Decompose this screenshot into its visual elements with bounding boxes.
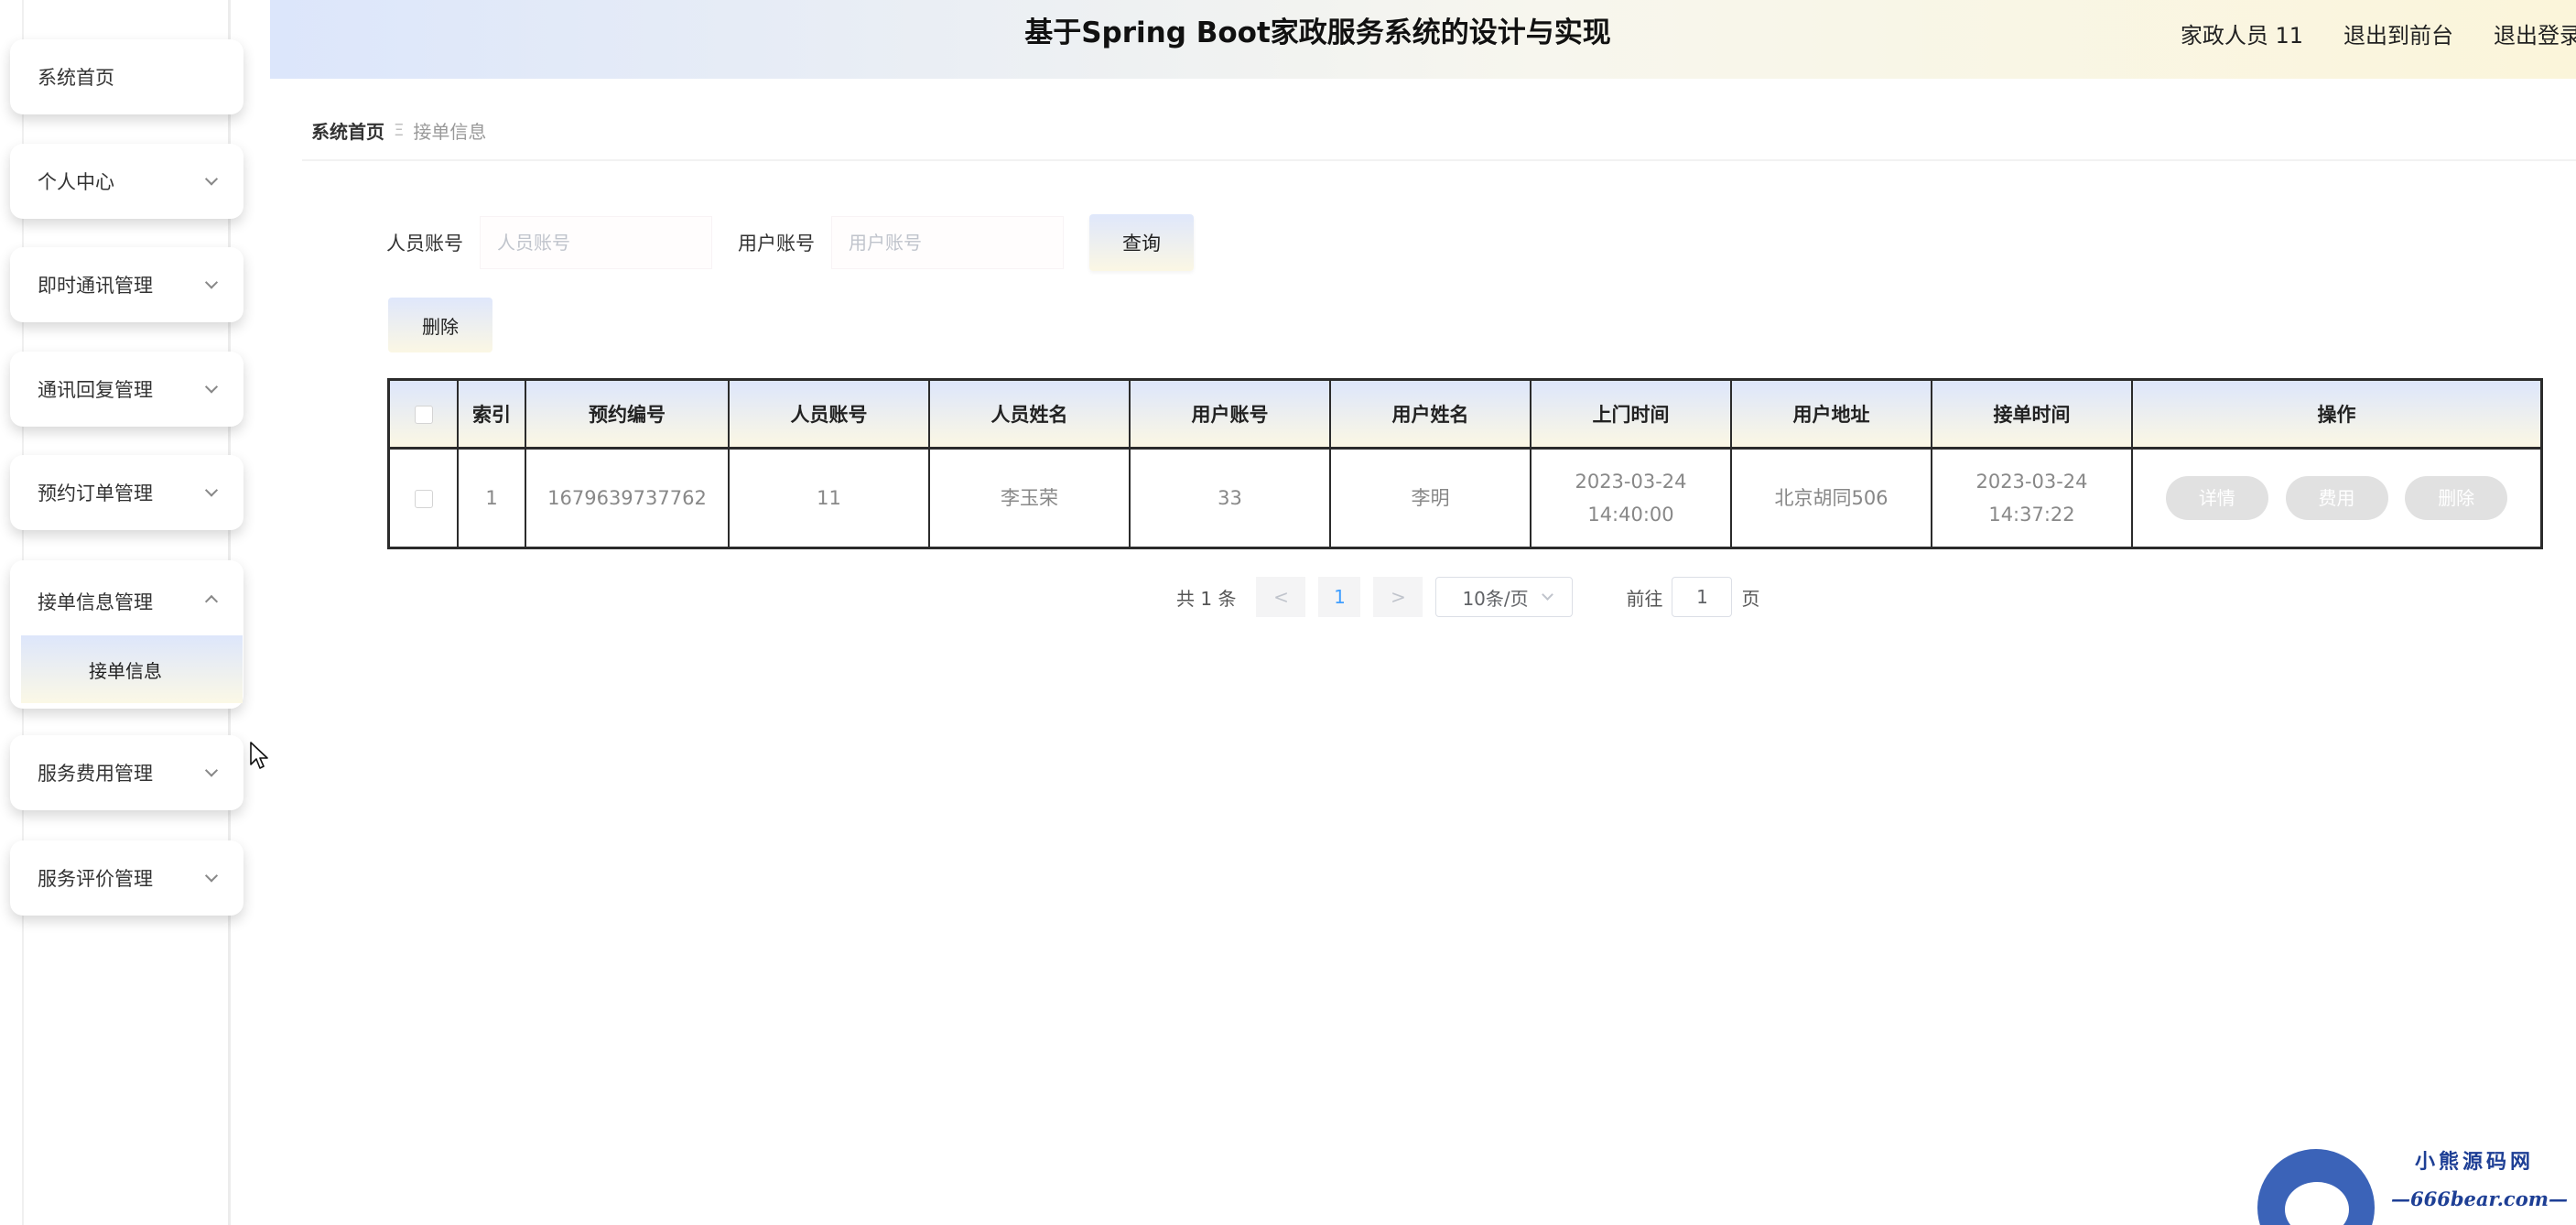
table-row: 1 1679639737762 11 李玉荣 33 李明 2023-03-24 …	[390, 448, 2540, 547]
breadcrumb-separator: Ξ	[394, 121, 405, 140]
prev-page-button[interactable]: <	[1256, 577, 1306, 617]
column-header: 索引	[458, 381, 526, 450]
sidebar-item-label: 通讯回复管理	[38, 379, 153, 401]
watermark: 小熊源码网 —666bear.com—	[2257, 1142, 2576, 1225]
row-checkbox[interactable]	[414, 489, 433, 508]
sidebar-item-label: 即时通讯管理	[38, 275, 153, 297]
bear-face-icon	[2285, 1182, 2349, 1225]
breadcrumb-current: 接单信息	[413, 121, 487, 143]
breadcrumb-divider	[302, 159, 2576, 161]
logout-link[interactable]: 退出登录	[2494, 17, 2576, 49]
column-header: 用户姓名	[1330, 381, 1532, 450]
goto-suffix: 页	[1741, 587, 1760, 610]
user-account-label: 用户账号	[738, 233, 815, 255]
column-header: 用户账号	[1130, 381, 1331, 450]
top-header: 基于Spring Boot家政服务系统的设计与实现 家政人员 11 退出到前台 …	[270, 0, 2576, 79]
accept-time-cell: 2023-03-24 14:37:22	[1932, 448, 2133, 547]
breadcrumb-home[interactable]: 系统首页	[311, 117, 384, 144]
staff-name-cell: 李玉荣	[929, 448, 1131, 547]
table-header-row: 索引 预约编号 人员账号 人员姓名 用户账号 用户姓名 上门时间 用户地址 接单…	[390, 381, 2540, 450]
chevron-down-icon	[204, 483, 219, 497]
sidebar-item-label: 预约订单管理	[38, 482, 153, 504]
fee-button[interactable]: 费用	[2285, 475, 2388, 520]
goto-page-input[interactable]: 1	[1672, 577, 1733, 617]
pagination-total: 共 1 条	[1176, 587, 1237, 610]
visit-time-cell: 2023-03-24 14:40:00	[1531, 448, 1732, 547]
page-size-value: 10条/页	[1462, 587, 1529, 610]
column-header: 接单时间	[1932, 381, 2133, 450]
delete-row-button[interactable]: 删除	[2405, 475, 2508, 520]
address-cell: 北京胡同506	[1731, 448, 1932, 547]
sidebar: 系统首页 个人中心 即时通讯管理 通讯回复管理 预约订单管理 接单信息管理 接单…	[0, 0, 244, 1225]
select-all-cell	[390, 381, 459, 450]
chevron-down-icon	[204, 380, 219, 394]
staff-account-label: 人员账号	[386, 233, 463, 255]
sidebar-item-label: 服务评价管理	[38, 868, 153, 890]
search-form: 人员账号 用户账号 查询	[386, 214, 1194, 271]
staff-account-input[interactable]	[480, 216, 712, 269]
sidebar-item-booking-management[interactable]: 预约订单管理	[10, 455, 244, 530]
column-header: 用户地址	[1731, 381, 1932, 450]
sidebar-subitem-order-taking-info[interactable]: 接单信息	[21, 635, 243, 703]
next-page-button[interactable]: >	[1373, 577, 1423, 617]
bear-logo-icon	[2257, 1149, 2375, 1225]
watermark-title: 小熊源码网	[2415, 1150, 2535, 1174]
user-account-input[interactable]	[831, 216, 1064, 269]
sidebar-item-fee-management[interactable]: 服务费用管理	[10, 735, 244, 810]
actions-cell: 详情 费用 删除	[2132, 448, 2540, 547]
chevron-up-icon	[204, 594, 219, 609]
column-header: 预约编号	[525, 381, 730, 450]
order-no-cell: 1679639737762	[525, 448, 730, 547]
sidebar-item-label: 接单信息管理	[38, 591, 153, 613]
sidebar-item-order-taking-management[interactable]: 接单信息管理 接单信息	[10, 560, 244, 709]
sidebar-item-reply-management[interactable]: 通讯回复管理	[10, 352, 244, 427]
watermark-url: —666bear.com—	[2391, 1187, 2568, 1210]
sidebar-item-home[interactable]: 系统首页	[10, 39, 244, 114]
row-select-cell	[390, 448, 459, 547]
select-all-checkbox[interactable]	[414, 405, 433, 424]
sidebar-item-label: 系统首页	[38, 67, 114, 89]
sidebar-item-review-management[interactable]: 服务评价管理	[10, 840, 244, 916]
query-button[interactable]: 查询	[1089, 214, 1194, 271]
user-name-cell: 李明	[1330, 448, 1532, 547]
current-user: 家政人员 11	[2180, 22, 2303, 49]
order-table: 索引 预约编号 人员账号 人员姓名 用户账号 用户姓名 上门时间 用户地址 接单…	[387, 378, 2543, 549]
mouse-cursor-icon	[250, 742, 268, 769]
goto-prefix: 前往	[1626, 587, 1663, 610]
column-header: 人员姓名	[929, 381, 1131, 450]
sidebar-item-label: 个人中心	[38, 171, 114, 193]
page-size-select[interactable]: 10条/页	[1435, 577, 1574, 617]
index-cell: 1	[458, 448, 526, 547]
batch-delete-button[interactable]: 删除	[388, 298, 492, 352]
staff-account-cell: 11	[729, 448, 930, 547]
chevron-down-icon	[204, 869, 219, 883]
sidebar-subitem-label: 接单信息	[89, 659, 162, 682]
back-to-front-link[interactable]: 退出到前台	[2343, 17, 2453, 49]
chevron-down-icon	[204, 764, 219, 777]
user-account-cell: 33	[1130, 448, 1331, 547]
chevron-down-icon	[204, 276, 219, 289]
chevron-down-icon	[1542, 589, 1554, 601]
column-header: 上门时间	[1531, 381, 1732, 450]
chevron-down-icon	[204, 172, 219, 186]
column-header: 人员账号	[729, 381, 930, 450]
column-header: 操作	[2132, 381, 2540, 450]
page-number-button[interactable]: 1	[1318, 577, 1361, 617]
breadcrumb: 系统首页 Ξ 接单信息	[311, 117, 486, 144]
detail-button[interactable]: 详情	[2165, 475, 2268, 520]
sidebar-item-im-management[interactable]: 即时通讯管理	[10, 247, 244, 322]
sidebar-item-label: 服务费用管理	[38, 763, 153, 785]
pagination: 共 1 条 < 1 > 10条/页 前往 1 页	[1176, 577, 1759, 617]
header-actions: 家政人员 11 退出到前台 退出登录	[2181, 0, 2576, 66]
sidebar-item-personal-center[interactable]: 个人中心	[10, 144, 244, 219]
